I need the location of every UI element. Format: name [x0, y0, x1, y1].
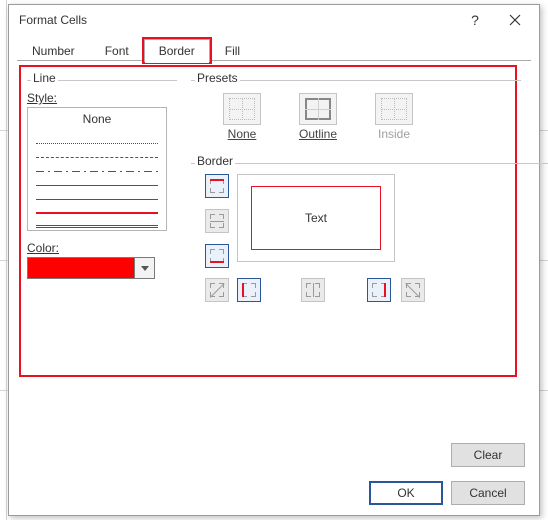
line-color-swatch	[27, 257, 135, 279]
ok-button[interactable]: OK	[369, 481, 443, 505]
border-diag-up-button[interactable]	[205, 278, 229, 302]
presets-group-label: Presets	[195, 71, 240, 85]
border-right-button[interactable]	[367, 278, 391, 302]
preset-outline[interactable]: Outline	[291, 93, 345, 141]
border-middle-v-button[interactable]	[301, 278, 325, 302]
line-style-none[interactable]: None	[28, 108, 166, 130]
border-top-button[interactable]	[205, 174, 229, 198]
line-style-double[interactable]	[36, 216, 158, 228]
border-group: Border Text	[191, 156, 511, 326]
line-style-dotted[interactable]	[36, 132, 158, 144]
line-style-list[interactable]: None	[27, 107, 167, 231]
border-diag-down-button[interactable]	[401, 278, 425, 302]
tab-number[interactable]: Number	[17, 39, 90, 62]
dialog-title: Format Cells	[19, 13, 455, 27]
line-style-thin[interactable]	[36, 174, 158, 186]
line-color-drop-button[interactable]	[135, 257, 155, 279]
line-style-dashed[interactable]	[36, 146, 158, 158]
help-button[interactable]: ?	[455, 6, 495, 34]
chevron-down-icon	[141, 266, 149, 271]
clear-button[interactable]: Clear	[451, 443, 525, 467]
border-preview-text: Text	[305, 211, 327, 225]
close-button[interactable]	[495, 6, 535, 34]
line-style-dashdot[interactable]	[36, 160, 158, 172]
line-group-label: Line	[31, 71, 58, 85]
border-bottom-button[interactable]	[205, 244, 229, 268]
line-group: Line Style: None Color:	[27, 73, 177, 283]
line-style-medium[interactable]	[36, 202, 158, 214]
close-icon	[509, 14, 521, 26]
tab-fill[interactable]: Fill	[210, 39, 255, 62]
line-style-thin2[interactable]	[36, 188, 158, 200]
color-label: Color:	[27, 241, 59, 255]
border-left-button[interactable]	[237, 278, 261, 302]
border-group-label: Border	[195, 154, 235, 168]
border-preview[interactable]: Text	[237, 174, 395, 262]
cancel-button[interactable]: Cancel	[451, 481, 525, 505]
border-middle-h-button[interactable]	[205, 209, 229, 233]
tab-font[interactable]: Font	[90, 39, 144, 62]
format-cells-dialog: Format Cells ? Number Font Border Fill L…	[8, 4, 540, 516]
tab-border[interactable]: Border	[144, 39, 210, 62]
style-label: Style:	[27, 91, 57, 105]
preset-inside: Inside	[367, 93, 421, 141]
line-color-dropdown[interactable]	[27, 257, 155, 279]
dialog-footer: OK Cancel	[369, 481, 525, 505]
tab-strip: Number Font Border Fill	[9, 35, 539, 61]
titlebar: Format Cells ?	[9, 5, 539, 35]
preset-none[interactable]: None	[215, 93, 269, 141]
